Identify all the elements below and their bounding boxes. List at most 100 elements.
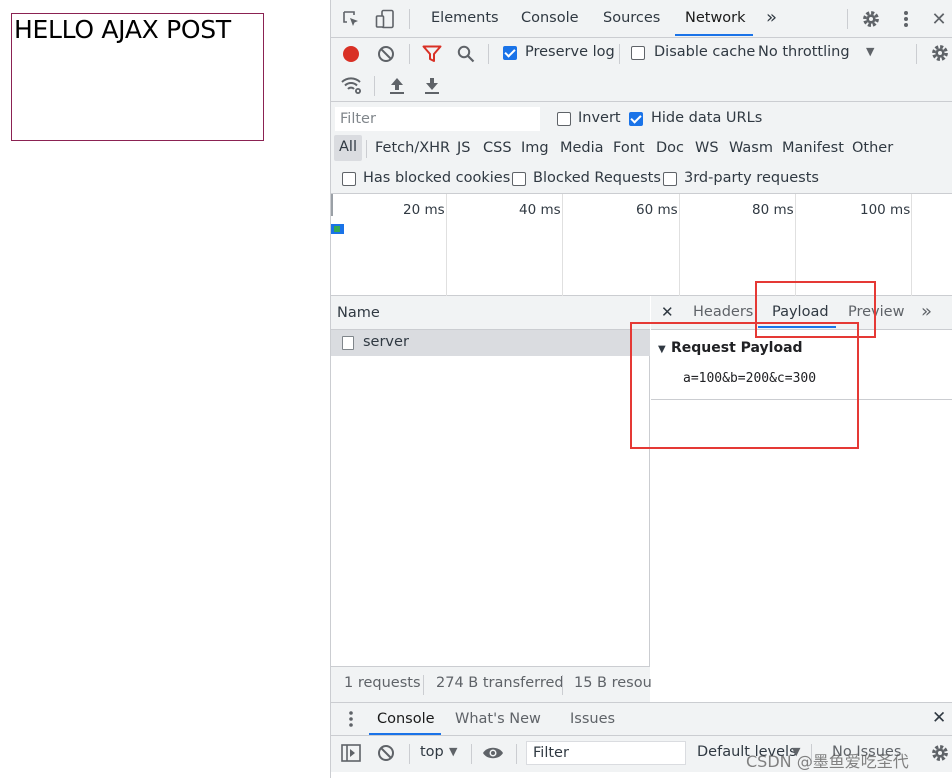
- console-context-select[interactable]: top: [420, 744, 444, 760]
- detail-tab-payload[interactable]: Payload: [772, 304, 829, 320]
- has-blocked-cookies-label: Has blocked cookies: [363, 170, 511, 186]
- search-icon[interactable]: [456, 44, 476, 64]
- request-payload-title[interactable]: Request Payload: [671, 340, 803, 356]
- column-header-name[interactable]: Name: [337, 305, 380, 321]
- blocked-requests-checkbox[interactable]: [512, 172, 526, 186]
- hide-data-urls-checkbox[interactable]: [629, 112, 643, 126]
- detail-tab-headers[interactable]: Headers: [693, 304, 753, 320]
- timeline-tick-label: 100 ms: [860, 202, 911, 218]
- record-icon[interactable]: [341, 44, 361, 64]
- filter-type-manifest[interactable]: Manifest: [782, 140, 844, 156]
- drawer-tab-console-underline: [369, 733, 441, 735]
- import-har-upload-icon[interactable]: [387, 76, 407, 96]
- console-filter-input[interactable]: [526, 741, 686, 765]
- filter-type-js[interactable]: JS: [457, 140, 470, 156]
- filter-type-font[interactable]: Font: [613, 140, 645, 156]
- timeline-tick-label: 60 ms: [636, 202, 678, 218]
- status-resources: 15 B resour: [574, 675, 658, 691]
- tab-elements[interactable]: Elements: [431, 10, 499, 26]
- section-collapse-triangle-icon[interactable]: ▼: [658, 344, 666, 355]
- request-payload-value: a=100&b=200&c=300: [683, 371, 817, 386]
- network-conditions-wifi-icon[interactable]: [340, 75, 364, 97]
- network-toolbar: Preserve log Disable cache No throttling…: [331, 38, 952, 102]
- drawer-tab-console[interactable]: Console: [377, 711, 435, 727]
- export-har-download-icon[interactable]: [422, 76, 442, 96]
- more-detail-tabs-icon[interactable]: »: [921, 301, 932, 322]
- status-transferred: 274 B transferred: [436, 675, 564, 691]
- invert-checkbox[interactable]: [557, 112, 571, 126]
- filter-type-other[interactable]: Other: [852, 140, 893, 156]
- timeline-tick-label: 40 ms: [519, 202, 561, 218]
- close-devtools-icon[interactable]: ✕: [929, 8, 949, 30]
- filter-type-css[interactable]: CSS: [483, 140, 512, 156]
- request-detail-pane: ✕ Headers Payload Preview » ▼ Request Pa…: [651, 296, 952, 702]
- detail-tab-preview[interactable]: Preview: [848, 304, 904, 320]
- close-drawer-icon[interactable]: ✕: [932, 708, 946, 728]
- drawer-tab-issues[interactable]: Issues: [570, 711, 615, 727]
- settings-gear-icon[interactable]: [860, 8, 882, 30]
- tab-sources[interactable]: Sources: [603, 10, 660, 26]
- filter-type-fetch-xhr[interactable]: Fetch/XHR: [375, 140, 450, 156]
- network-filter-input[interactable]: [335, 107, 540, 131]
- detail-tab-payload-underline: [758, 326, 836, 328]
- invert-label: Invert: [578, 110, 621, 126]
- timeline-gridline: [562, 194, 563, 296]
- has-blocked-cookies-checkbox[interactable]: [342, 172, 356, 186]
- device-toolbar-icon[interactable]: [374, 9, 396, 29]
- detail-tab-bar: ✕ Headers Payload Preview »: [651, 296, 952, 330]
- network-filter-bar: Invert Hide data URLs All Fetch/XHR JS C…: [331, 102, 952, 194]
- third-party-requests-checkbox[interactable]: [663, 172, 677, 186]
- network-overview-timeline[interactable]: 20 ms 40 ms 60 ms 80 ms 100 ms: [331, 194, 952, 296]
- timeline-gridline: [795, 194, 796, 296]
- preserve-log-checkbox[interactable]: [503, 46, 517, 60]
- throttling-dropdown-icon[interactable]: ▼: [866, 45, 874, 58]
- timeline-start-marker: [331, 194, 333, 216]
- filter-type-all[interactable]: All: [334, 135, 362, 161]
- timeline-tick-label: 80 ms: [752, 202, 794, 218]
- timeline-gridline: [679, 194, 680, 296]
- inspect-element-icon[interactable]: [341, 9, 361, 29]
- network-settings-gear-icon[interactable]: [929, 42, 951, 64]
- timeline-tick-label: 20 ms: [403, 202, 445, 218]
- console-settings-gear-icon[interactable]: [929, 742, 951, 764]
- clear-icon[interactable]: [376, 44, 396, 64]
- console-clear-icon[interactable]: [376, 743, 396, 763]
- context-dropdown-icon[interactable]: ▼: [449, 745, 457, 758]
- preserve-log-label: Preserve log: [525, 44, 615, 60]
- document-file-icon: [342, 336, 354, 350]
- kebab-menu-icon[interactable]: [896, 8, 916, 30]
- filter-type-wasm[interactable]: Wasm: [729, 140, 773, 156]
- drawer-menu-kebab-icon[interactable]: [341, 709, 361, 729]
- console-sidebar-toggle-icon[interactable]: [340, 743, 362, 763]
- filter-type-media[interactable]: Media: [560, 140, 604, 156]
- close-detail-icon[interactable]: ✕: [661, 303, 674, 321]
- disable-cache-label: Disable cache: [654, 44, 756, 60]
- filter-type-doc[interactable]: Doc: [656, 140, 684, 156]
- filter-type-img[interactable]: Img: [521, 140, 549, 156]
- tab-network-underline: [675, 34, 753, 36]
- tab-console[interactable]: Console: [521, 10, 579, 26]
- disable-cache-checkbox[interactable]: [631, 46, 645, 60]
- request-payload-section: ▼ Request Payload a=100&b=200&c=300: [651, 330, 952, 400]
- tab-network[interactable]: Network: [685, 10, 746, 26]
- devtools-tab-bar: Elements Console Sources Network » ✕: [331, 0, 952, 38]
- filter-type-ws[interactable]: WS: [695, 140, 719, 156]
- filter-funnel-icon[interactable]: [421, 44, 443, 64]
- more-tabs-icon[interactable]: »: [766, 7, 777, 28]
- request-row-server[interactable]: server: [331, 330, 650, 356]
- page-heading: HELLO AJAX POST: [14, 15, 231, 44]
- third-party-requests-label: 3rd-party requests: [684, 170, 819, 186]
- request-name: server: [363, 334, 409, 350]
- throttling-select[interactable]: No throttling: [758, 44, 850, 60]
- timeline-gridline: [911, 194, 912, 296]
- request-list-header: Name: [331, 296, 650, 330]
- status-requests-count: 1 requests: [344, 675, 421, 691]
- hide-data-urls-label: Hide data URLs: [651, 110, 763, 126]
- timeline-request-bar: [331, 224, 344, 234]
- drawer-tab-bar: Console What's New Issues ✕: [331, 703, 952, 736]
- live-expression-eye-icon[interactable]: [481, 743, 505, 763]
- drawer-tab-whats-new[interactable]: What's New: [455, 711, 541, 727]
- page-content-box: HELLO AJAX POST: [11, 13, 264, 141]
- request-list: Name server 1 requests 274 B transferred…: [331, 296, 658, 702]
- csdn-watermark: CSDN @墨鱼爱吃圣代: [746, 752, 909, 771]
